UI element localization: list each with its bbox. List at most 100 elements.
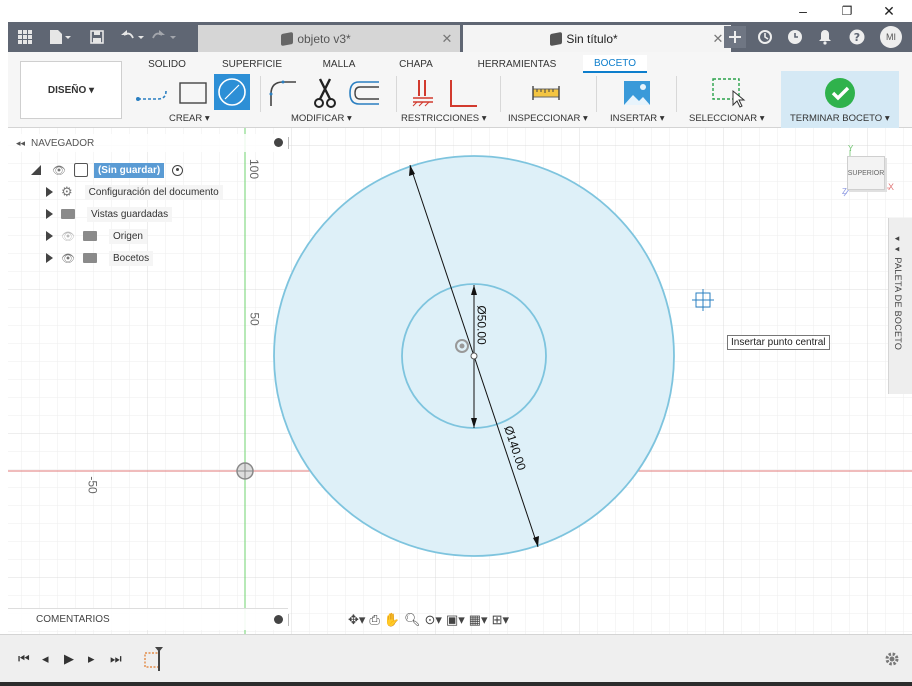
visibility-eye-icon[interactable]: 👁: [61, 252, 75, 265]
perpendicular-constraint-icon[interactable]: [444, 76, 480, 110]
trim-scissors-icon[interactable]: [308, 76, 342, 110]
group-separator: [676, 76, 677, 112]
nav-item-origen[interactable]: 👁 Origen: [46, 226, 147, 246]
ruler-label-50: 50: [247, 312, 262, 326]
document-tab-bar: objeto v3* ✕ Sin título* ✕ ? MI: [8, 22, 912, 52]
step-forward-icon[interactable]: ▸: [88, 651, 95, 667]
inspeccionar-group-label[interactable]: INSPECCIONAR ▾: [508, 113, 588, 124]
play-icon[interactable]: ▶: [64, 651, 74, 667]
nav-item-label: Bocetos: [108, 250, 154, 266]
hidden-eye-icon[interactable]: 👁: [61, 230, 75, 243]
tab-sin-titulo[interactable]: Sin título* ✕: [463, 25, 731, 52]
modificar-group-label[interactable]: MODIFICAR ▾: [291, 113, 352, 124]
nav-item-label: Vistas guardadas: [87, 206, 173, 222]
expand-triangle-icon[interactable]: [30, 164, 42, 176]
tab-solido[interactable]: SOLIDO: [144, 55, 190, 73]
pin-icon[interactable]: [274, 138, 283, 147]
step-back-icon[interactable]: ◂: [42, 651, 49, 667]
data-panel-icon[interactable]: [754, 26, 776, 48]
expand-triangle-icon[interactable]: [46, 231, 53, 241]
undo-icon[interactable]: [118, 27, 146, 47]
close-window-button[interactable]: ✕: [866, 0, 912, 22]
orbit-icon[interactable]: ✥▾: [348, 612, 365, 628]
expand-triangle-icon[interactable]: [46, 187, 53, 197]
expand-triangle-icon[interactable]: [46, 253, 53, 263]
timeline-settings-gear-icon[interactable]: [884, 651, 900, 667]
nav-item-label: Configuración del documento: [84, 184, 223, 200]
nav-item-bocetos[interactable]: 👁 Bocetos: [46, 248, 154, 268]
tab-superficie[interactable]: SUPERFICIE: [220, 55, 284, 73]
navigator-header[interactable]: ◂◂ NAVEGADOR: [8, 134, 289, 152]
timeline-sketch-feature-icon[interactable]: [142, 645, 172, 675]
workspace-dropdown[interactable]: DISEÑO ▾: [20, 61, 122, 119]
finish-sketch-check-icon[interactable]: [820, 76, 860, 110]
user-avatar[interactable]: MI: [880, 26, 902, 48]
rectangle-tool-icon[interactable]: [176, 76, 210, 110]
crear-group-label[interactable]: CREAR ▾: [169, 113, 210, 124]
display-settings-icon[interactable]: ▣▾: [446, 612, 465, 628]
minimize-button[interactable]: –: [780, 0, 826, 22]
visibility-eye-icon[interactable]: 👁: [52, 164, 66, 177]
sketch-palette-label[interactable]: ◂◂ PALETA DE BOCETO: [893, 234, 903, 350]
inner-diameter-label[interactable]: Ø50.00: [475, 305, 489, 344]
notifications-bell-icon[interactable]: [814, 26, 836, 48]
file-menu-icon[interactable]: [46, 27, 74, 47]
look-at-icon[interactable]: ⎙: [369, 612, 379, 628]
group-separator: [396, 76, 397, 112]
taskbar-strip: [0, 682, 912, 686]
window-select-icon[interactable]: [708, 76, 748, 110]
fillet-tool-icon[interactable]: [266, 76, 300, 110]
browser-navigator: ◂◂ NAVEGADOR 👁 (Sin guardar) ⚙ Configura…: [8, 134, 289, 274]
collapse-chevrons-icon[interactable]: ◂◂: [16, 138, 25, 149]
restricciones-group-label[interactable]: RESTRICCIONES ▾: [401, 113, 487, 124]
circle-tool-icon[interactable]: [214, 74, 250, 110]
close-tab-icon[interactable]: ✕: [434, 31, 460, 47]
tab-herramientas[interactable]: HERRAMIENTAS: [474, 55, 560, 73]
measure-tool-icon[interactable]: [528, 76, 564, 110]
root-component-label[interactable]: (Sin guardar): [93, 162, 165, 178]
expand-triangle-icon[interactable]: [46, 209, 53, 219]
viewcube[interactable]: SUPERIOR: [847, 156, 885, 190]
coincident-constraint-icon[interactable]: [408, 76, 438, 110]
circle-center-point: [470, 352, 478, 360]
folder-icon: [82, 253, 97, 263]
pan-hand-icon[interactable]: ✋: [384, 612, 400, 628]
seleccionar-group-label[interactable]: SELECCIONAR ▾: [689, 113, 765, 124]
sketch-palette-panel[interactable]: ◂◂ PALETA DE BOCETO: [888, 218, 912, 394]
nav-root-row[interactable]: 👁 (Sin guardar): [30, 160, 184, 180]
zoom-icon[interactable]: 🔍︎: [404, 612, 421, 628]
go-to-start-icon[interactable]: ⏮: [18, 651, 30, 667]
restore-button[interactable]: ❐: [824, 0, 870, 22]
toolbar-ribbon: SOLIDO SUPERFICIE MALLA CHAPA HERRAMIENT…: [8, 52, 912, 128]
insertar-group-label[interactable]: INSERTAR ▾: [610, 113, 665, 124]
nav-item-vistas-guardadas[interactable]: Vistas guardadas: [46, 204, 173, 224]
viewcube-x-axis-label: X: [888, 182, 895, 192]
comments-panel[interactable]: COMENTARIOS: [8, 608, 289, 630]
new-tab-icon[interactable]: [724, 26, 746, 48]
save-icon[interactable]: [88, 27, 106, 47]
tab-boceto[interactable]: BOCETO: [583, 55, 647, 73]
app-grid-icon[interactable]: [16, 27, 34, 47]
tab-objeto-v3[interactable]: objeto v3* ✕: [198, 25, 460, 52]
nav-item-configuracion[interactable]: ⚙ Configuración del documento: [46, 182, 223, 202]
insert-image-icon[interactable]: [620, 76, 654, 110]
go-to-end-icon[interactable]: ⏭: [110, 651, 122, 667]
tab-chapa[interactable]: CHAPA: [394, 55, 438, 73]
job-status-icon[interactable]: [784, 26, 806, 48]
viewports-icon[interactable]: ⊞▾: [492, 612, 509, 628]
component-icon: [281, 31, 294, 46]
help-icon[interactable]: ?: [846, 26, 868, 48]
tab-title: objeto v3*: [297, 31, 351, 46]
redo-icon[interactable]: [150, 27, 178, 47]
tab-malla[interactable]: MALLA: [314, 55, 364, 73]
fit-zoom-icon[interactable]: ⊙▾: [425, 612, 442, 628]
add-comment-icon[interactable]: [274, 615, 283, 624]
offset-tool-icon[interactable]: [346, 76, 382, 110]
grid-settings-icon[interactable]: ▦▾: [469, 612, 488, 628]
group-separator: [260, 76, 261, 112]
svg-text:?: ?: [854, 31, 860, 44]
activate-radio-icon[interactable]: [172, 164, 184, 176]
component-icon: [550, 31, 563, 46]
terminar-boceto-label[interactable]: TERMINAR BOCETO ▾: [790, 113, 890, 124]
line-tool-icon[interactable]: [132, 76, 172, 110]
